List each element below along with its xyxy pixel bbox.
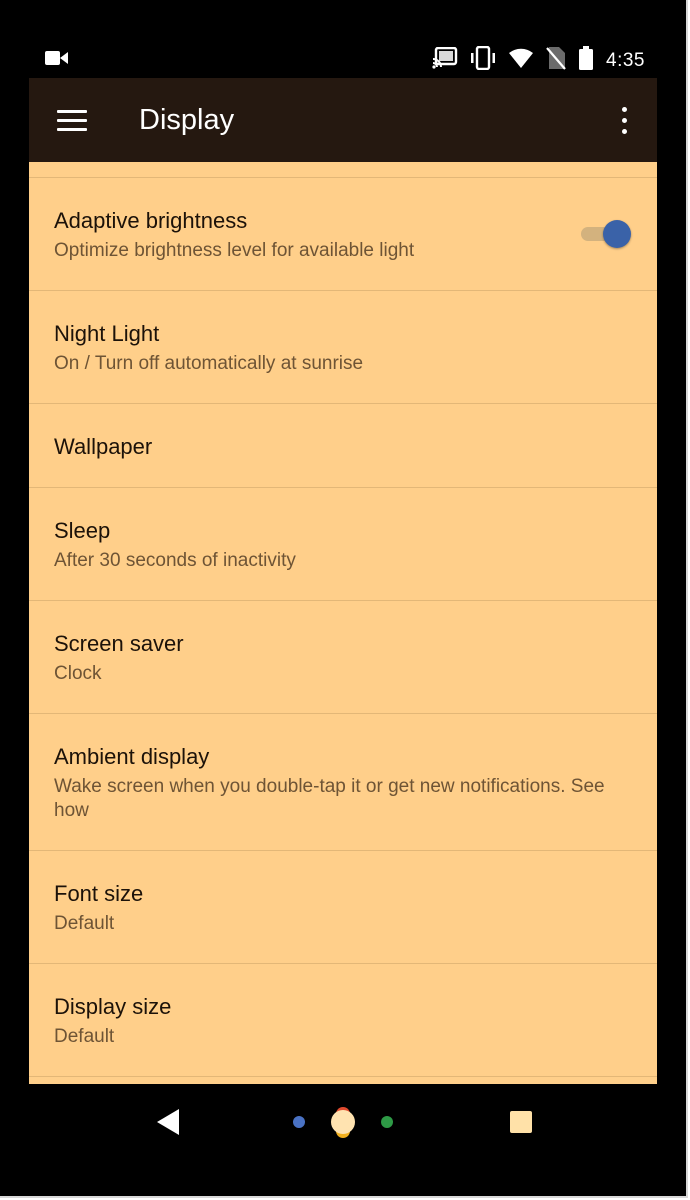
status-time: 4:35	[606, 49, 645, 71]
setting-sleep[interactable]: Sleep After 30 seconds of inactivity	[29, 488, 657, 601]
video-camera-icon	[45, 50, 69, 71]
status-bar: 4:35	[29, 36, 657, 84]
home-assistant-icon[interactable]	[288, 1102, 398, 1142]
page-title: Display	[139, 104, 235, 136]
settings-list: Adaptive brightness Optimize brightness …	[29, 162, 657, 1084]
setting-font-size[interactable]: Font size Default	[29, 851, 657, 964]
setting-wallpaper[interactable]: Wallpaper	[29, 404, 657, 488]
setting-summary: Wake screen when you double-tap it or ge…	[54, 776, 605, 821]
setting-title: Night Light	[54, 321, 160, 346]
setting-title: Sleep	[54, 518, 111, 543]
setting-title: Ambient display	[54, 744, 210, 769]
setting-title: Adaptive brightness	[54, 208, 248, 233]
setting-ambient-display[interactable]: Ambient display Wake screen when you dou…	[29, 714, 657, 851]
setting-summary: Clock	[54, 663, 102, 684]
setting-summary: Optimize brightness level for available …	[54, 240, 415, 261]
setting-summary: Default	[54, 1026, 115, 1047]
setting-title: Wallpaper	[54, 434, 153, 459]
wifi-icon	[508, 47, 534, 74]
adaptive-brightness-toggle[interactable]	[581, 220, 631, 248]
toggle-thumb	[603, 220, 631, 248]
no-sim-icon	[546, 46, 566, 75]
app-bar: Display	[29, 78, 657, 162]
setting-title: Display size	[54, 994, 172, 1019]
navigation-bar	[29, 1084, 657, 1160]
battery-icon	[578, 46, 594, 75]
setting-summary: On / Turn off automatically at sunrise	[54, 353, 364, 374]
setting-title: Screen saver	[54, 631, 184, 656]
phone-screen: 4:35 Display Adaptive brightness Optimiz…	[0, 0, 688, 1198]
back-icon[interactable]	[155, 1108, 181, 1136]
setting-screen-saver[interactable]: Screen saver Clock	[29, 601, 657, 714]
vibrate-icon	[470, 45, 496, 75]
setting-adaptive-brightness[interactable]: Adaptive brightness Optimize brightness …	[29, 178, 657, 291]
setting-night-light[interactable]: Night Light On / Turn off automatically …	[29, 291, 657, 404]
cast-icon	[432, 46, 458, 74]
setting-summary: After 30 seconds of inactivity	[54, 550, 296, 571]
setting-title: Font size	[54, 881, 144, 906]
more-vert-icon[interactable]	[615, 104, 635, 138]
hamburger-menu-icon[interactable]	[57, 108, 87, 132]
setting-summary: Default	[54, 913, 115, 934]
setting-display-size[interactable]: Display size Default	[29, 964, 657, 1077]
recents-icon[interactable]	[509, 1110, 533, 1134]
